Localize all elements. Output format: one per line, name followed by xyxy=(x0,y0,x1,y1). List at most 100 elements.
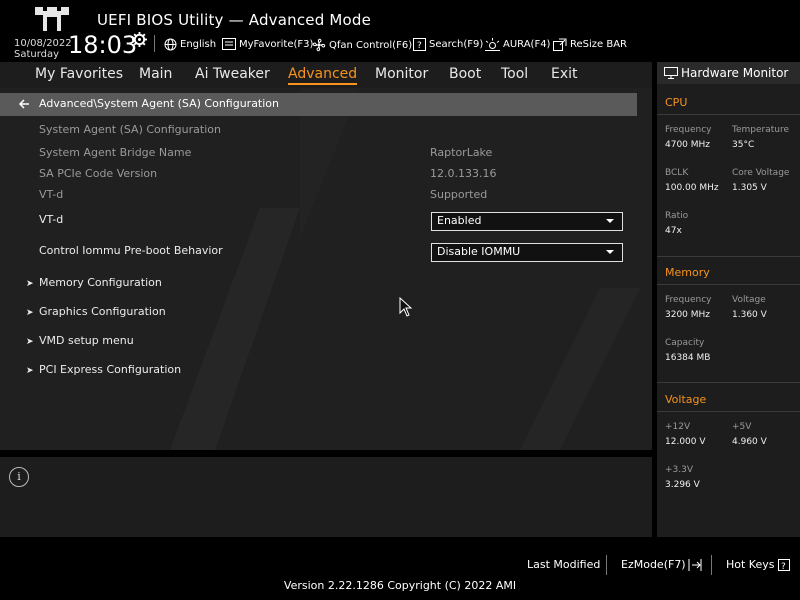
help-icon: ? xyxy=(777,558,790,571)
date-text: 10/08/2022 xyxy=(14,38,72,49)
myfavorite-button[interactable]: MyFavorite(F3) xyxy=(222,38,313,50)
chevron-down-icon xyxy=(606,250,614,254)
search-button[interactable]: ? Search(F9) xyxy=(413,38,483,51)
memory-section-title: Memory xyxy=(665,266,710,279)
clock: 18:03 xyxy=(68,31,138,59)
aura-icon xyxy=(485,38,500,51)
info-label-bridge-name: System Agent Bridge Name xyxy=(39,146,192,159)
background-decoration xyxy=(170,88,640,450)
search-icon: ? xyxy=(413,38,426,51)
monitor-icon xyxy=(664,67,678,79)
chevron-down-icon xyxy=(606,219,614,223)
breadcrumb: Advanced\System Agent (SA) Configuration xyxy=(39,97,280,110)
breadcrumb-bar: Advanced\System Agent (SA) Configuration xyxy=(0,93,637,116)
ezmode-button[interactable]: EzMode(F7) xyxy=(621,558,702,571)
tab-my-favorites[interactable]: My Favorites xyxy=(35,66,123,82)
search-label: Search(F9) xyxy=(429,39,484,50)
date-display: 10/08/2022 Saturday xyxy=(14,38,72,60)
info-icon: i xyxy=(9,467,29,487)
myfavorite-label: MyFavorite(F3) xyxy=(239,38,314,50)
submenu-arrow-icon: ➤ xyxy=(26,366,34,376)
memory-frequency-label: Frequency xyxy=(665,295,712,305)
submenu-graphics-configuration[interactable]: ➤ Graphics Configuration xyxy=(26,305,166,318)
iommu-dropdown-value: Disable IOMMU xyxy=(437,245,521,258)
resize-bar-icon xyxy=(553,38,567,51)
tab-boot[interactable]: Boot xyxy=(449,66,481,82)
footer-bar: Last Modified EzMode(F7) Hot Keys ? Vers… xyxy=(0,537,800,600)
fan-icon xyxy=(312,38,326,52)
cpu-temperature-label: Temperature xyxy=(732,125,790,135)
top-bar: UEFI BIOS Utility — Advanced Mode 10/08/… xyxy=(0,0,800,62)
qfan-label: Qfan Control(F6) xyxy=(329,39,413,51)
gear-icon[interactable] xyxy=(132,32,147,47)
back-arrow-icon[interactable] xyxy=(18,98,30,110)
info-label-pcie-code-version: SA PCIe Code Version xyxy=(39,167,158,180)
version-text: Version 2.22.1286 Copyright (C) 2022 AMI xyxy=(283,579,517,592)
tab-ai-tweaker[interactable]: Ai Tweaker xyxy=(195,66,270,82)
memory-voltage-value: 1.360 V xyxy=(732,310,767,320)
app-title: UEFI BIOS Utility — Advanced Mode xyxy=(97,11,372,29)
hardware-monitor-panel: Hardware Monitor CPU Frequency Temperatu… xyxy=(657,62,800,537)
tuf-logo-icon xyxy=(35,7,69,31)
divider xyxy=(657,411,800,412)
hot-keys-button[interactable]: Hot Keys ? xyxy=(726,558,790,571)
cpu-section-title: CPU xyxy=(665,96,688,109)
resize-bar-label: ReSize BAR xyxy=(570,39,628,50)
info-value-bridge-name: RaptorLake xyxy=(430,146,493,159)
aura-button[interactable]: AURA(F4) xyxy=(485,38,550,51)
cpu-temperature-value: 35°C xyxy=(732,140,755,150)
tab-exit[interactable]: Exit xyxy=(551,66,578,82)
hardware-monitor-header: Hardware Monitor xyxy=(657,62,800,84)
core-voltage-value: 1.305 V xyxy=(732,183,767,193)
bclk-label: BCLK xyxy=(665,168,689,178)
setting-label-iommu: Control Iommu Pre-boot Behavior xyxy=(39,244,223,257)
tab-main[interactable]: Main xyxy=(139,66,172,82)
resize-bar-button[interactable]: ReSize BAR xyxy=(553,38,627,51)
cpu-frequency-label: Frequency xyxy=(665,125,712,135)
language-button[interactable]: English xyxy=(164,38,216,51)
submenu-pci-express-configuration[interactable]: ➤ PCI Express Configuration xyxy=(26,363,181,376)
v5-value: 4.960 V xyxy=(732,437,767,447)
hot-keys-label: Hot Keys xyxy=(726,558,775,571)
vtd-dropdown[interactable]: Enabled xyxy=(431,212,623,231)
info-value-pcie-code-version: 12.0.133.16 xyxy=(430,167,497,180)
submenu-label: Memory Configuration xyxy=(39,276,162,289)
tab-tool[interactable]: Tool xyxy=(501,66,528,82)
section-title: System Agent (SA) Configuration xyxy=(39,123,221,136)
submenu-memory-configuration[interactable]: ➤ Memory Configuration xyxy=(26,276,162,289)
qfan-button[interactable]: Qfan Control(F6) xyxy=(312,38,412,52)
footer-divider xyxy=(711,555,712,575)
language-label: English xyxy=(180,39,217,50)
divider xyxy=(657,284,800,285)
info-label-vtd: VT-d xyxy=(39,188,64,201)
svg-text:?: ? xyxy=(781,562,786,571)
main-panel: Advanced\System Agent (SA) Configuration… xyxy=(0,88,652,450)
memory-voltage-label: Voltage xyxy=(732,295,766,305)
capacity-value: 16384 MB xyxy=(665,353,711,363)
voltage-section-title: Voltage xyxy=(665,393,707,406)
submenu-vmd-setup-menu[interactable]: ➤ VMD setup menu xyxy=(26,334,134,347)
last-modified-button[interactable]: Last Modified xyxy=(527,558,600,571)
divider xyxy=(657,382,800,383)
tab-advanced[interactable]: Advanced xyxy=(288,66,358,85)
mouse-cursor-icon xyxy=(399,297,413,317)
hardware-monitor-title: Hardware Monitor xyxy=(681,66,789,80)
bclk-value: 100.00 MHz xyxy=(665,183,719,193)
submenu-arrow-icon: ➤ xyxy=(26,279,34,289)
info-value-vtd: Supported xyxy=(430,188,488,201)
aura-label: AURA(F4) xyxy=(503,39,551,50)
ezmode-label: EzMode(F7) xyxy=(621,558,686,571)
core-voltage-label: Core Voltage xyxy=(732,168,790,178)
header-divider xyxy=(154,35,155,52)
cpu-frequency-value: 4700 MHz xyxy=(665,140,711,150)
ratio-label: Ratio xyxy=(665,211,689,221)
ratio-value: 47x xyxy=(665,226,682,236)
v33-label: +3.3V xyxy=(665,465,694,475)
submenu-arrow-icon: ➤ xyxy=(26,337,34,347)
footer-divider xyxy=(606,555,607,575)
capacity-label: Capacity xyxy=(665,338,705,348)
submenu-arrow-icon: ➤ xyxy=(26,308,34,318)
tab-monitor[interactable]: Monitor xyxy=(375,66,428,82)
submenu-label: VMD setup menu xyxy=(39,334,134,347)
iommu-dropdown[interactable]: Disable IOMMU xyxy=(431,243,623,262)
